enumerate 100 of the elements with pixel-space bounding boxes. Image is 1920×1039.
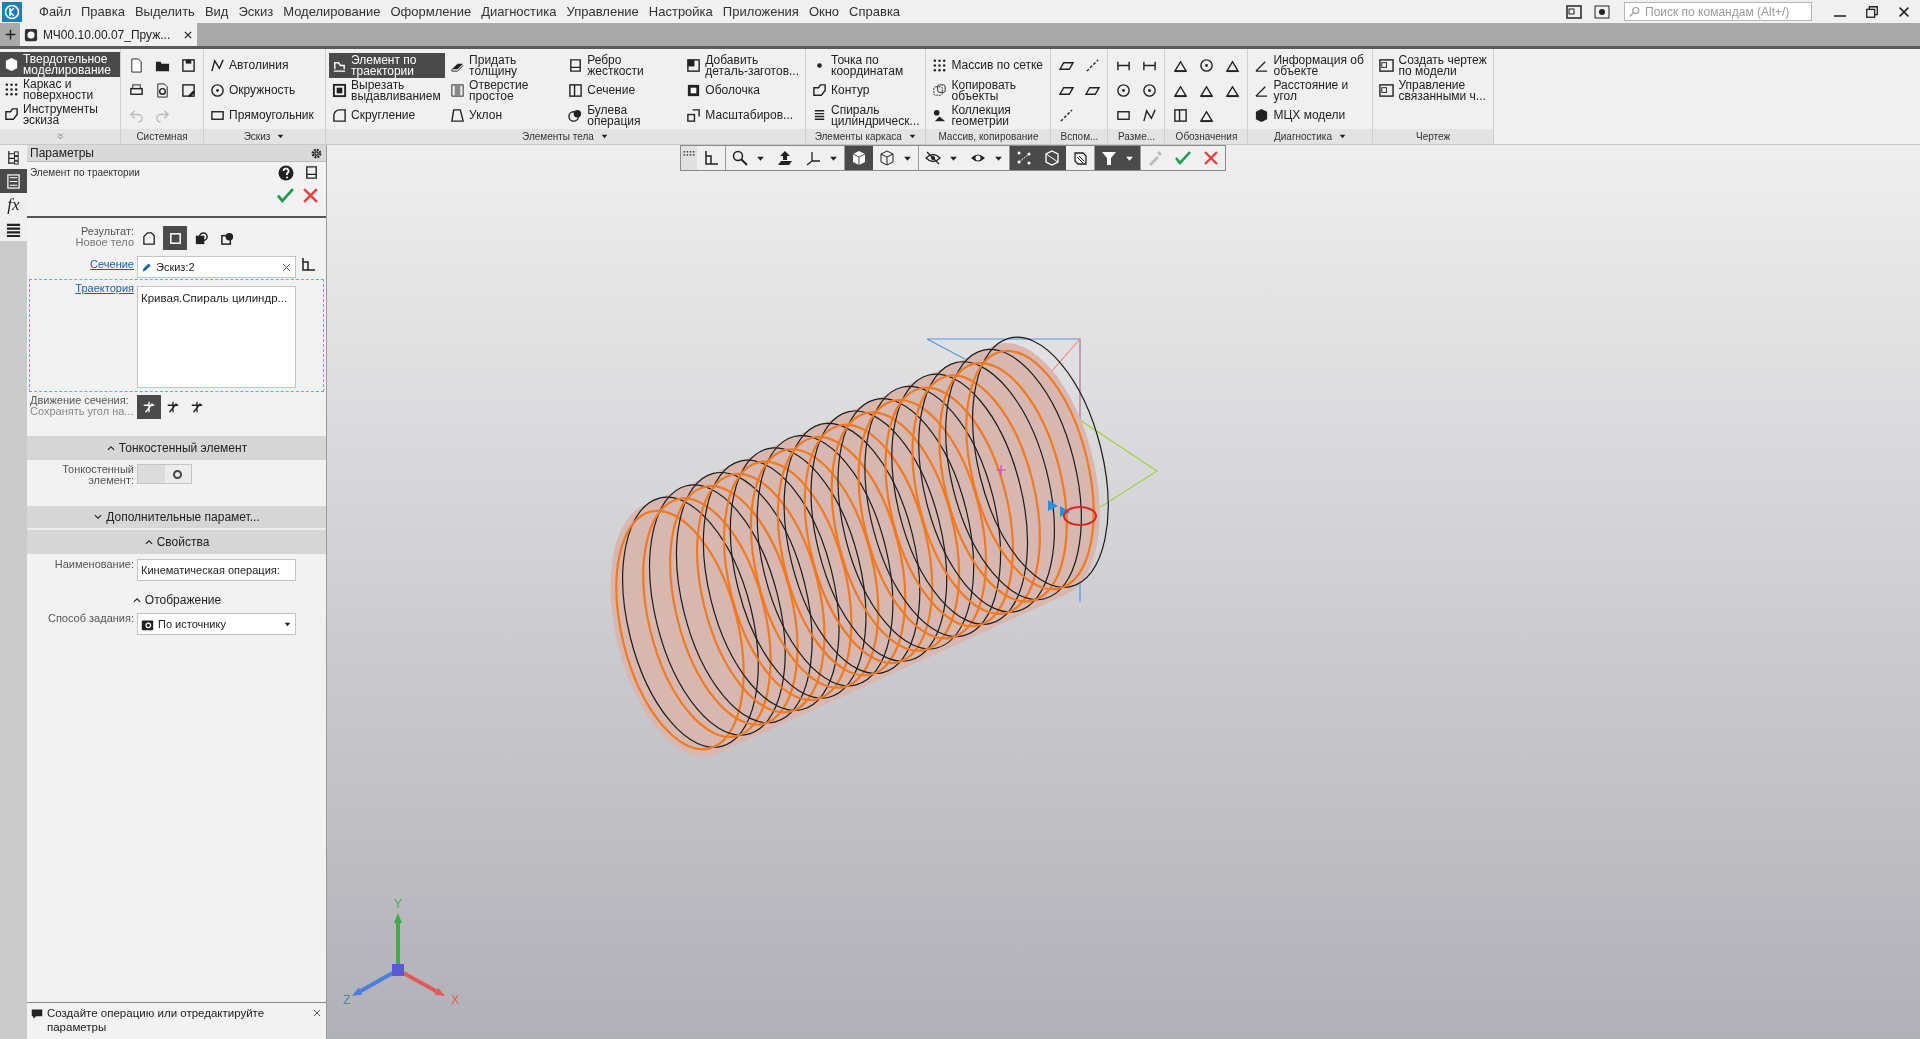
source-dropdown[interactable]: По источнику bbox=[137, 613, 296, 635]
annotation-icon bbox=[1198, 83, 1214, 98]
trajectory-link[interactable]: Траектория bbox=[30, 280, 137, 297]
subsection-header[interactable]: Отображение bbox=[27, 591, 326, 609]
menu-item[interactable]: Справка bbox=[844, 0, 906, 23]
section-link[interactable]: Сечение bbox=[27, 256, 137, 273]
annotation-icon bbox=[1224, 58, 1240, 73]
section-header[interactable]: Свойства bbox=[27, 530, 326, 554]
menu-item[interactable]: Моделирование bbox=[278, 0, 386, 23]
polyline-icon bbox=[1141, 108, 1157, 123]
view-toolbar-button[interactable] bbox=[845, 146, 873, 170]
nodes-icon bbox=[1016, 150, 1032, 166]
search-field[interactable]: Поиск по командам (Alt+/) bbox=[1624, 2, 1812, 21]
eyedropper-icon bbox=[1147, 150, 1163, 166]
ribbon-button[interactable]: Вырезать выдавливанием bbox=[329, 78, 446, 103]
app-logo-icon bbox=[2, 1, 22, 22]
ribbon-button[interactable]: Уклон bbox=[447, 103, 564, 128]
toggle-switch[interactable] bbox=[137, 464, 192, 484]
field-label: Результат: bbox=[80, 226, 134, 237]
name-field[interactable]: Кинематическая операция: bbox=[137, 559, 296, 581]
ribbon-button[interactable]: Придать толщину bbox=[447, 53, 564, 78]
extrude-cut-icon bbox=[332, 83, 347, 98]
ribbon-button[interactable]: МЦХ модели bbox=[1251, 103, 1370, 128]
sketch-field[interactable]: Эскиз:2 bbox=[137, 256, 296, 278]
menu-item[interactable]: Управление bbox=[561, 0, 644, 23]
menu-item[interactable]: Эскиз bbox=[233, 0, 279, 23]
ribbon-button[interactable]: Точка по координатам bbox=[809, 53, 923, 78]
ribbon-button[interactable]: Прямоугольник bbox=[207, 103, 322, 128]
view-toolbar-button[interactable] bbox=[1038, 146, 1066, 170]
menu-item[interactable]: Правка bbox=[75, 0, 130, 23]
ribbon-button[interactable]: Скругление bbox=[329, 103, 446, 128]
menu-item[interactable]: Оформление bbox=[385, 0, 477, 23]
list-item[interactable]: Кривая.Спираль цилиндр... bbox=[141, 290, 292, 308]
section-header[interactable]: Тонкостенный элемент bbox=[27, 436, 326, 460]
ribbon-button[interactable]: Автолиния bbox=[207, 53, 322, 78]
ribbon-button[interactable]: Массив по сетке bbox=[929, 53, 1048, 78]
properties-list-icon bbox=[6, 173, 21, 189]
menu-item[interactable]: Файл bbox=[34, 0, 76, 23]
group-label: Элементы каркаса bbox=[814, 130, 902, 144]
draft-icon bbox=[450, 108, 466, 123]
document-icon bbox=[128, 58, 144, 73]
polyline-icon bbox=[210, 58, 225, 73]
menu-item[interactable]: Настройка bbox=[643, 0, 718, 23]
scale-icon bbox=[686, 108, 702, 123]
hole-icon bbox=[450, 83, 466, 98]
ribbon-button[interactable]: Оболочка bbox=[683, 78, 802, 103]
spring-model-drawing[interactable] bbox=[610, 336, 1158, 758]
ribbon-button[interactable]: Ребро жесткости bbox=[565, 53, 682, 78]
rectangle-icon bbox=[1115, 108, 1131, 123]
chevron-down-icon bbox=[93, 512, 104, 522]
menu-item[interactable]: Окно bbox=[803, 0, 845, 23]
circle-icon bbox=[1141, 83, 1157, 98]
section-header[interactable]: Дополнительные парамет... bbox=[27, 506, 326, 530]
menu-item[interactable]: Вид bbox=[199, 0, 234, 23]
menu-item[interactable]: Приложения bbox=[717, 0, 804, 23]
trajectory-list[interactable]: Кривая.Спираль цилиндр... bbox=[137, 286, 296, 388]
close-hint-button[interactable] bbox=[312, 1008, 322, 1018]
document-tab[interactable]: МЧ00.10.00.07_Пруж... bbox=[20, 23, 198, 46]
confirm-button[interactable] bbox=[277, 187, 294, 204]
ribbon-button[interactable]: Управление связанными ч... bbox=[1376, 78, 1490, 103]
menu-item[interactable]: Диагностика bbox=[476, 0, 562, 23]
result-option-button[interactable] bbox=[163, 226, 187, 250]
axis-icon bbox=[1058, 108, 1074, 123]
ribbon-button[interactable]: Булева операция bbox=[565, 103, 682, 128]
ribbon-button[interactable]: Добавить деталь-заготов... bbox=[683, 53, 802, 78]
group-label: Диагностика bbox=[1273, 130, 1332, 144]
field-label: Движение сечения: bbox=[30, 395, 129, 406]
tab-title: МЧ00.10.00.07_Пруж... bbox=[43, 26, 171, 44]
ribbon-button[interactable]: Расстояние и угол bbox=[1251, 78, 1370, 103]
restore-icon bbox=[1865, 4, 1879, 19]
ribbon-button[interactable]: Окружность bbox=[207, 78, 322, 103]
motion-option-button[interactable] bbox=[137, 395, 161, 419]
ribbon-button[interactable]: Элемент по траектории bbox=[329, 53, 446, 78]
ribbon-button[interactable]: Копировать объекты bbox=[929, 78, 1048, 103]
mode-button[interactable]: Каркас и поверхности bbox=[0, 77, 120, 102]
ribbon-button[interactable]: Сечение bbox=[565, 78, 682, 103]
view-toolbar-button[interactable] bbox=[1095, 146, 1140, 170]
close-icon bbox=[1897, 4, 1911, 19]
side-tab[interactable] bbox=[0, 169, 27, 193]
mode-button[interactable]: Инструменты эскиза bbox=[0, 102, 120, 127]
search-icon bbox=[1629, 5, 1641, 18]
sketch-corner-icon bbox=[300, 257, 316, 273]
arrow-up-plane-icon bbox=[777, 150, 793, 166]
cancel-button[interactable] bbox=[302, 187, 319, 204]
ribbon-button[interactable]: Коллекция геометрии bbox=[929, 103, 1048, 128]
mode-button[interactable]: Твердотельное моделирование bbox=[0, 52, 120, 77]
menu-item[interactable]: Выделить bbox=[129, 0, 200, 23]
close-icon bbox=[1203, 150, 1219, 166]
ribbon-button[interactable]: Отверстие простое bbox=[447, 78, 564, 103]
contour-icon bbox=[812, 83, 827, 98]
ribbon-button[interactable]: Масштабиров... bbox=[683, 103, 802, 128]
ribbon-button[interactable]: Спираль цилиндрическ... bbox=[809, 103, 923, 128]
circle-icon bbox=[210, 83, 225, 98]
select-sketch-button[interactable] bbox=[300, 256, 318, 274]
group-label: Чертеж bbox=[1415, 130, 1451, 144]
view-toolbar-button[interactable] bbox=[1010, 146, 1038, 170]
save-as-icon bbox=[180, 83, 196, 98]
ribbon-button[interactable]: Контур bbox=[809, 78, 923, 103]
ribbon-button[interactable]: Информация об объекте bbox=[1251, 53, 1370, 78]
ribbon-button[interactable]: Создать чертеж по модели bbox=[1376, 53, 1490, 78]
